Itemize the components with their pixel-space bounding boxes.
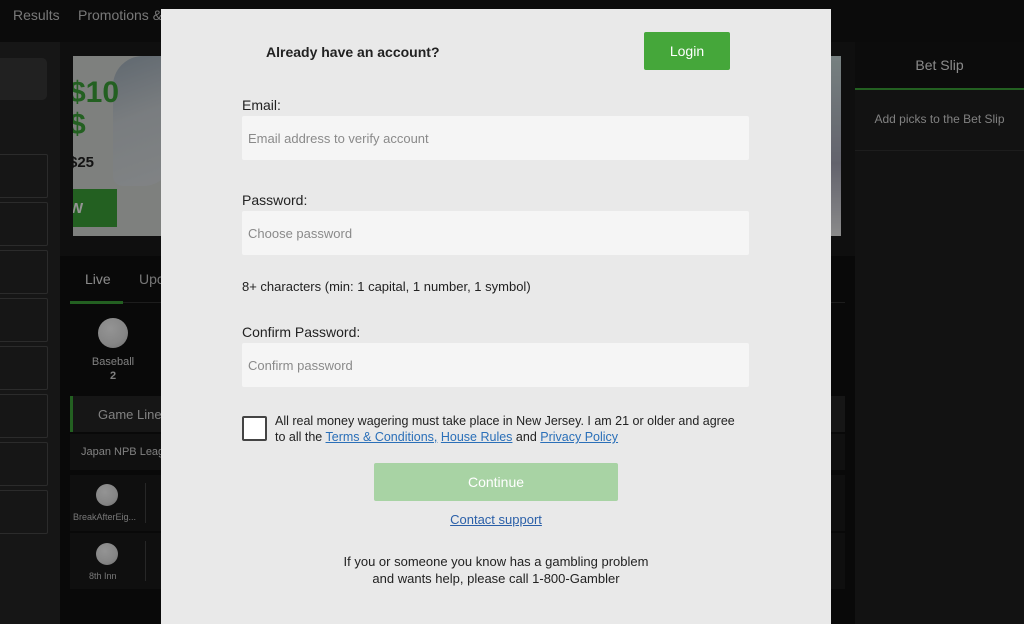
password-label: Password: [242, 192, 308, 208]
gambling-help-line1: If you or someone you know has a gamblin… [343, 554, 649, 569]
signup-modal: Already have an account? Login Email: Pa… [161, 9, 831, 624]
gambling-help-text: If you or someone you know has a gamblin… [161, 553, 831, 587]
confirm-password-field[interactable] [242, 343, 749, 387]
confirm-password-label: Confirm Password: [242, 324, 361, 340]
contact-support-row: Contact support [161, 512, 831, 527]
continue-button[interactable]: Continue [374, 463, 618, 501]
house-rules-link[interactable]: House Rules [441, 430, 513, 444]
email-field[interactable] [242, 116, 749, 160]
gambling-help-line2: and wants help, please call 1-800-Gamble… [372, 571, 620, 586]
terms-link[interactable]: Terms & Conditions, [326, 430, 438, 444]
contact-support-link[interactable]: Contact support [450, 512, 542, 527]
already-account-text: Already have an account? [266, 44, 440, 60]
password-field[interactable] [242, 211, 749, 255]
terms-checkbox[interactable] [242, 416, 267, 441]
login-button[interactable]: Login [644, 32, 730, 70]
terms-and: and [512, 430, 541, 444]
email-label: Email: [242, 97, 281, 113]
password-hint: 8+ characters (min: 1 capital, 1 number,… [242, 279, 531, 294]
privacy-policy-link[interactable]: Privacy Policy [540, 430, 618, 444]
terms-text: All real money wagering must take place … [275, 413, 745, 445]
